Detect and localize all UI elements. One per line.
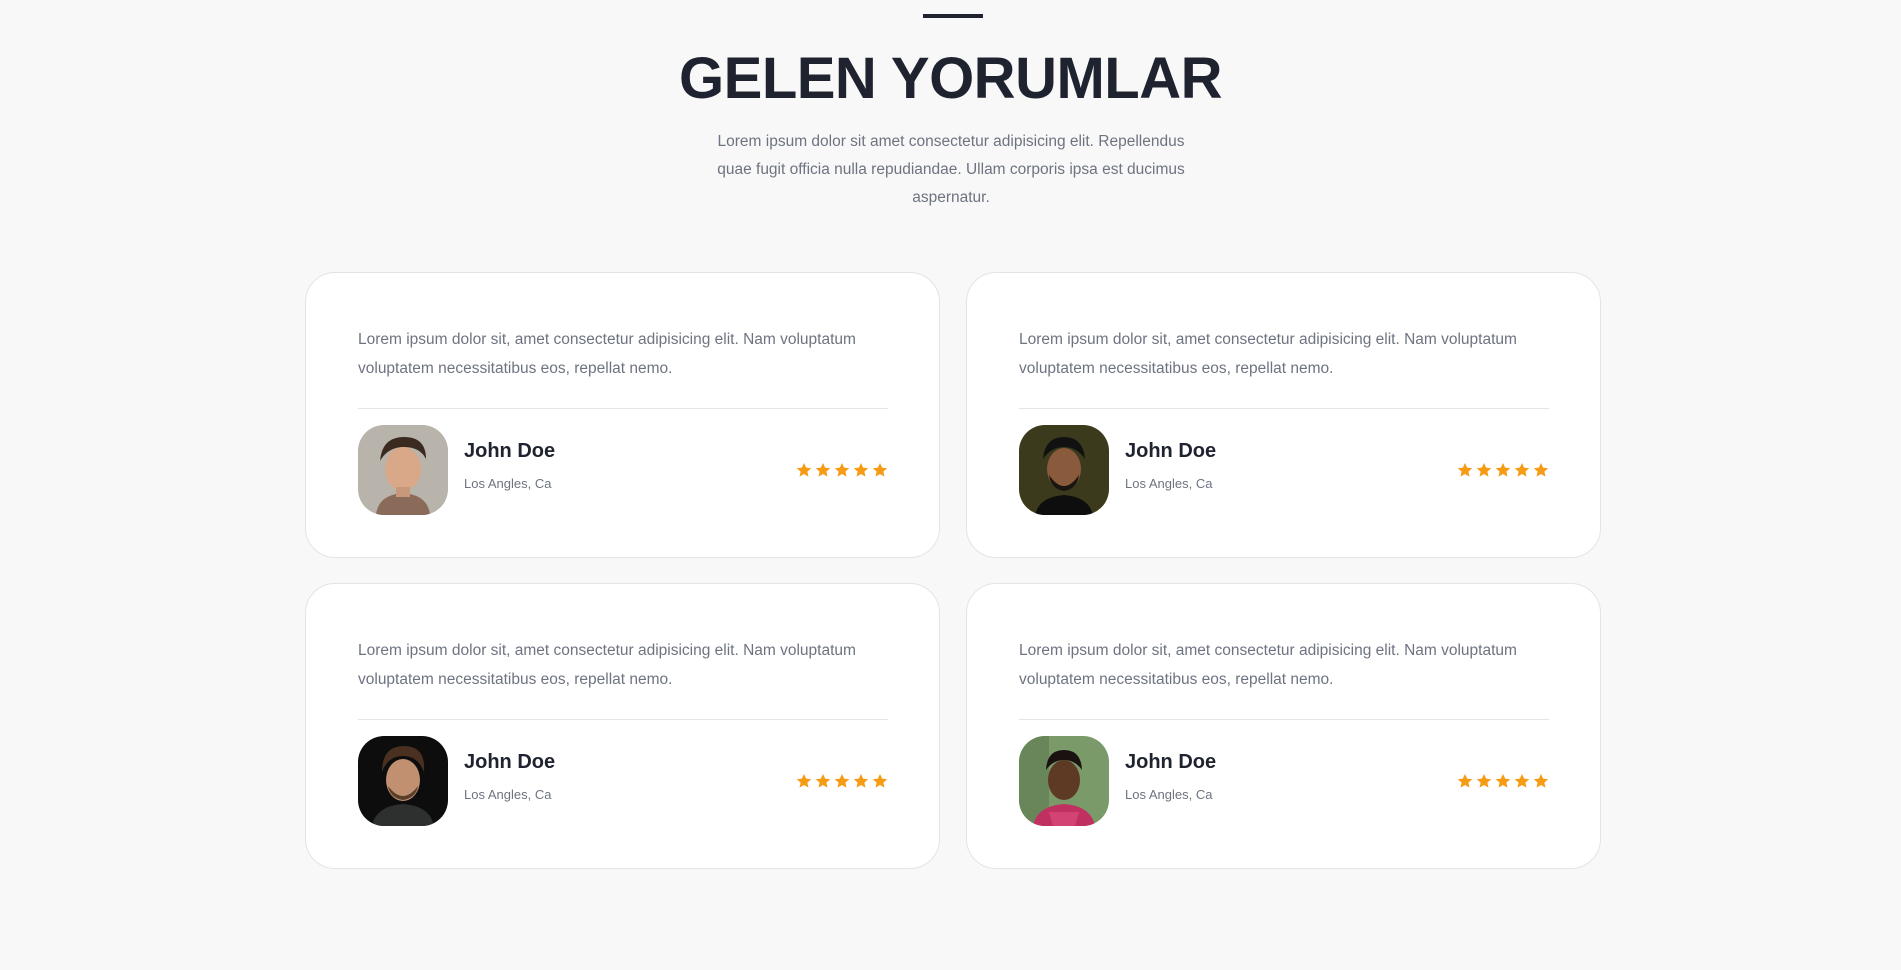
testimonial-card: Lorem ipsum dolor sit, amet consectetur … xyxy=(966,272,1601,558)
avatar xyxy=(1019,736,1109,826)
rating-stars xyxy=(1457,773,1549,789)
testimonial-card: Lorem ipsum dolor sit, amet consectetur … xyxy=(966,583,1601,869)
avatar xyxy=(358,425,448,515)
testimonial-author: John Doe Los Angles, Ca xyxy=(1019,736,1549,826)
author-location: Los Angles, Ca xyxy=(1125,476,1213,491)
rating-stars xyxy=(1457,462,1549,478)
star-icon xyxy=(1514,773,1530,789)
section-title: GELEN YORUMLAR xyxy=(679,46,1222,111)
star-icon xyxy=(853,773,869,789)
star-icon xyxy=(853,462,869,478)
divider xyxy=(1019,719,1549,720)
star-icon xyxy=(1457,462,1473,478)
testimonial-text: Lorem ipsum dolor sit, amet consectetur … xyxy=(1019,642,1517,688)
rating-stars xyxy=(796,773,888,789)
star-icon xyxy=(1457,773,1473,789)
star-icon xyxy=(834,462,850,478)
testimonial-text: Lorem ipsum dolor sit, amet consectetur … xyxy=(1019,331,1517,377)
testimonial-card: Lorem ipsum dolor sit, amet consectetur … xyxy=(305,272,940,558)
star-icon xyxy=(1533,462,1549,478)
title-accent-bar xyxy=(923,14,983,18)
testimonial-text: Lorem ipsum dolor sit, amet consectetur … xyxy=(358,331,856,377)
testimonial-author: John Doe Los Angles, Ca xyxy=(358,736,888,826)
testimonial-card: Lorem ipsum dolor sit, amet consectetur … xyxy=(305,583,940,869)
star-icon xyxy=(1476,462,1492,478)
avatar xyxy=(358,736,448,826)
star-icon xyxy=(796,462,812,478)
author-name: John Doe xyxy=(1125,440,1217,462)
author-name: John Doe xyxy=(464,440,556,462)
star-icon xyxy=(1495,773,1511,789)
star-icon xyxy=(815,773,831,789)
section-intro: Lorem ipsum dolor sit amet consectetur a… xyxy=(717,133,1185,206)
testimonial-grid: Lorem ipsum dolor sit, amet consectetur … xyxy=(305,272,1601,869)
testimonial-author: John Doe Los Angles, Ca xyxy=(1019,425,1549,515)
star-icon xyxy=(872,462,888,478)
testimonial-text: Lorem ipsum dolor sit, amet consectetur … xyxy=(358,642,856,688)
rating-stars xyxy=(796,462,888,478)
divider xyxy=(1019,408,1549,409)
star-icon xyxy=(815,462,831,478)
star-icon xyxy=(1533,773,1549,789)
divider xyxy=(358,719,888,720)
testimonial-author: John Doe Los Angles, Ca xyxy=(358,425,888,515)
author-location: Los Angles, Ca xyxy=(464,476,552,491)
star-icon xyxy=(796,773,812,789)
divider xyxy=(358,408,888,409)
star-icon xyxy=(1514,462,1530,478)
author-location: Los Angles, Ca xyxy=(464,787,552,802)
testimonials-section: GELEN YORUMLAR Lorem ipsum dolor sit ame… xyxy=(0,0,1901,970)
author-name: John Doe xyxy=(1125,751,1217,773)
author-location: Los Angles, Ca xyxy=(1125,787,1213,802)
author-name: John Doe xyxy=(464,751,556,773)
avatar xyxy=(1019,425,1109,515)
star-icon xyxy=(834,773,850,789)
star-icon xyxy=(1476,773,1492,789)
star-icon xyxy=(872,773,888,789)
star-icon xyxy=(1495,462,1511,478)
